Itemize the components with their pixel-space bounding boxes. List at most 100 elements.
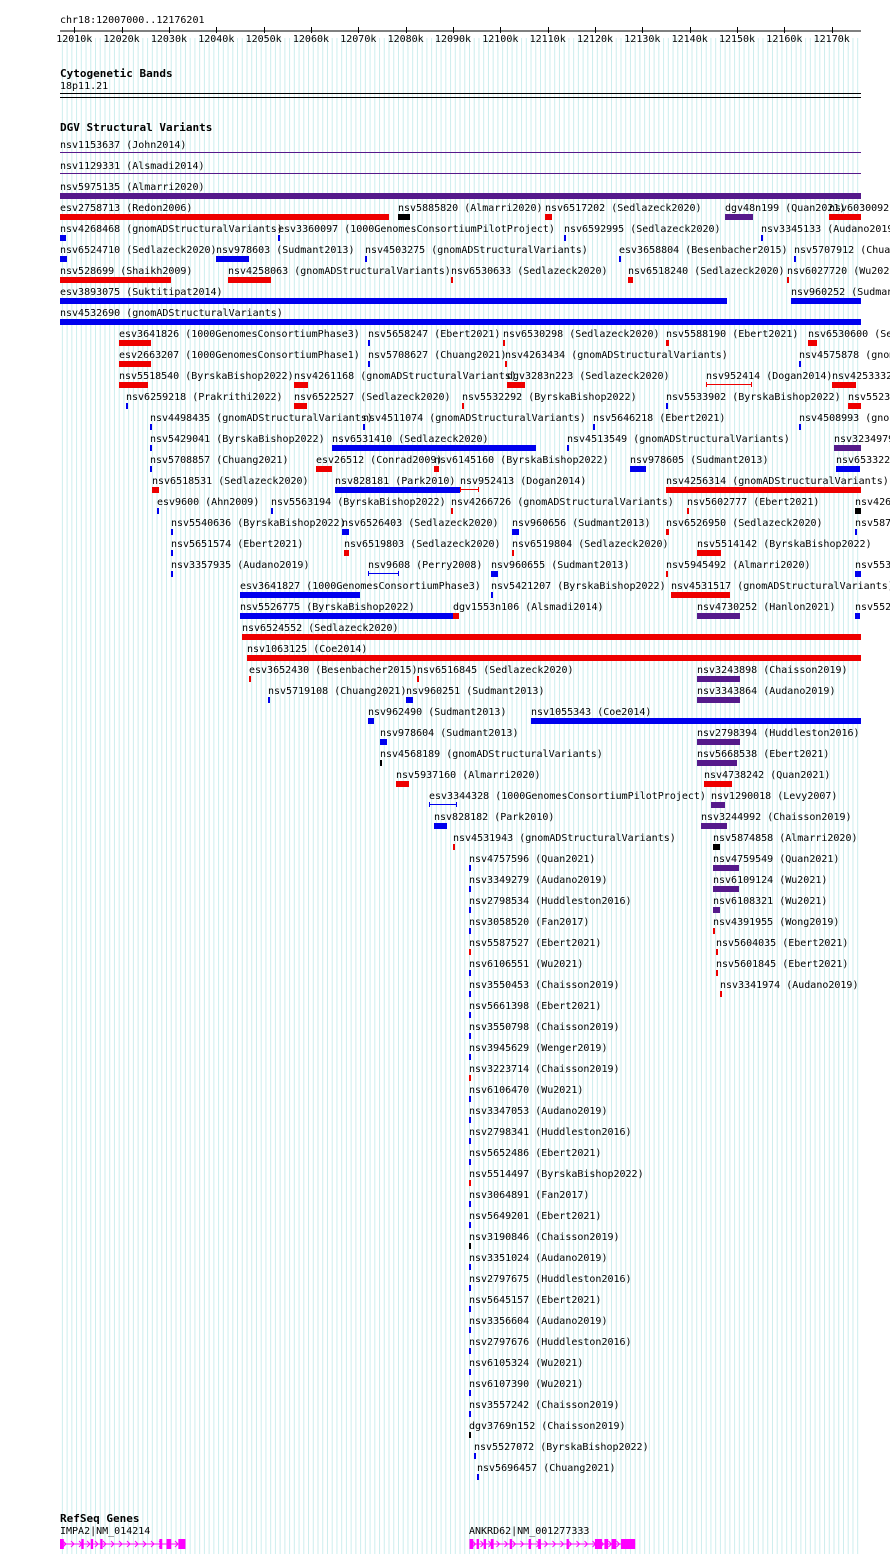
gene-exon[interactable]: [178, 1539, 186, 1549]
variant-label[interactable]: dgv3769n152 (Chaisson2019): [469, 1421, 626, 1432]
variant-label[interactable]: nsv3243898 (Chaisson2019): [697, 665, 848, 676]
variant-label[interactable]: nsv5518540 (ByrskaBishop2022): [119, 371, 294, 382]
variant-label[interactable]: nsv4256314 (gnomADStructuralVariants): [666, 476, 889, 487]
variant-bar[interactable]: [380, 760, 382, 766]
variant-label[interactable]: nsv3341974 (Audano2019): [720, 980, 858, 991]
variant-bar[interactable]: [706, 382, 752, 387]
variant-label[interactable]: nsv3244992 (Chaisson2019): [701, 812, 852, 823]
variant-bar[interactable]: [242, 634, 861, 640]
variant-label[interactable]: nsv2798534 (Huddleston2016): [469, 896, 632, 907]
variant-bar[interactable]: [453, 844, 455, 850]
variant-bar[interactable]: [711, 802, 725, 808]
variant-bar[interactable]: [832, 382, 856, 388]
variant-label[interactable]: nsv4503275 (gnomADStructuralVariants): [365, 245, 588, 256]
gene-exon[interactable]: [566, 1539, 569, 1549]
variant-bar[interactable]: [503, 340, 505, 346]
variant-label[interactable]: esv3641827 (1000GenomesConsortiumPhase3): [240, 581, 481, 592]
variant-bar[interactable]: [855, 613, 860, 619]
variant-bar[interactable]: [60, 319, 861, 325]
variant-bar[interactable]: [469, 1159, 471, 1165]
variant-bar[interactable]: [462, 403, 464, 409]
variant-label[interactable]: nsv6519803 (Sedlazeck2020): [344, 539, 501, 550]
variant-bar[interactable]: [701, 823, 727, 829]
variant-label[interactable]: nsv6531410 (Sedlazeck2020): [332, 434, 489, 445]
variant-bar[interactable]: [564, 235, 566, 241]
variant-label[interactable]: nsv828181 (Park2010): [335, 476, 455, 487]
variant-label[interactable]: nsv9608 (Perry2008): [368, 560, 482, 571]
variant-label[interactable]: nsv5658247 (Ebert2021): [368, 329, 500, 340]
gene-exon[interactable]: [166, 1539, 172, 1549]
variant-label[interactable]: nsv960251 (Sudmant2013): [406, 686, 544, 697]
variant-bar[interactable]: [249, 676, 251, 682]
variant-bar[interactable]: [469, 1054, 471, 1060]
variant-label[interactable]: nsv3550798 (Chaisson2019): [469, 1022, 620, 1033]
variant-bar[interactable]: [787, 277, 789, 283]
variant-bar[interactable]: [469, 907, 471, 913]
variant-label[interactable]: nsv653322: [836, 455, 890, 466]
variant-bar[interactable]: [545, 214, 552, 220]
variant-label[interactable]: nsv4532690 (gnomADStructuralVariants): [60, 308, 283, 319]
variant-bar[interactable]: [469, 865, 471, 871]
variant-bar[interactable]: [716, 949, 718, 955]
variant-bar[interactable]: [666, 403, 668, 409]
variant-bar[interactable]: [469, 1327, 471, 1333]
variant-bar[interactable]: [469, 1033, 471, 1039]
variant-bar[interactable]: [469, 1243, 471, 1249]
variant-bar[interactable]: [567, 445, 569, 451]
variant-label[interactable]: nsv4263434 (gnomADStructuralVariants): [505, 350, 728, 361]
variant-label[interactable]: nsv553: [855, 560, 890, 571]
variant-label[interactable]: nsv5652486 (Ebert2021): [469, 1148, 601, 1159]
gene-exon[interactable]: [81, 1539, 84, 1549]
variant-label[interactable]: nsv978605 (Sudmant2013): [630, 455, 768, 466]
variant-label[interactable]: nsv4508993 (gno: [799, 413, 889, 424]
variant-label[interactable]: esv3893075 (Suktitipat2014): [60, 287, 223, 298]
variant-bar[interactable]: [848, 403, 861, 409]
variant-label[interactable]: nsv2798341 (Huddleston2016): [469, 1127, 632, 1138]
variant-label[interactable]: nsv5527072 (ByrskaBishop2022): [474, 1442, 649, 1453]
variant-label[interactable]: nsv6105324 (Wu2021): [469, 1358, 583, 1369]
variant-label[interactable]: nsv4511074 (gnomADStructuralVariants): [363, 413, 586, 424]
variant-bar[interactable]: [342, 529, 349, 535]
variant-bar[interactable]: [451, 277, 453, 283]
variant-bar[interactable]: [794, 256, 796, 262]
variant-bar[interactable]: [791, 298, 861, 304]
variant-label[interactable]: nsv960252 (Sudman: [791, 287, 890, 298]
variant-label[interactable]: nsv6522527 (Sedlazeck2020): [294, 392, 451, 403]
variant-bar[interactable]: [720, 991, 722, 997]
variant-label[interactable]: nsv6530600 (Sed: [808, 329, 890, 340]
variant-label[interactable]: nsv5601845 (Ebert2021): [716, 959, 848, 970]
variant-bar[interactable]: [491, 592, 493, 598]
variant-bar[interactable]: [469, 1285, 471, 1291]
variant-bar[interactable]: [469, 1306, 471, 1312]
variant-bar[interactable]: [60, 152, 861, 153]
variant-bar[interactable]: [469, 1411, 471, 1417]
variant-bar[interactable]: [697, 739, 740, 745]
variant-bar[interactable]: [60, 214, 389, 220]
variant-label[interactable]: nsv960655 (Sudmant2013): [491, 560, 629, 571]
variant-label[interactable]: nsv5429041 (ByrskaBishop2022): [150, 434, 325, 445]
variant-label[interactable]: nsv4498435 (gnomADStructuralVariants): [150, 413, 373, 424]
variant-bar[interactable]: [697, 697, 740, 703]
variant-bar[interactable]: [697, 613, 740, 619]
variant-label[interactable]: nsv4258063 (gnomADStructuralVariants): [228, 266, 451, 277]
gene-exon[interactable]: [594, 1539, 603, 1549]
variant-bar[interactable]: [630, 466, 646, 472]
variant-bar[interactable]: [126, 403, 128, 409]
variant-bar[interactable]: [512, 529, 519, 535]
variant-label[interactable]: nsv5421207 (ByrskaBishop2022): [491, 581, 666, 592]
variant-label[interactable]: nsv4730252 (Hanlon2021): [697, 602, 835, 613]
variant-bar[interactable]: [150, 466, 152, 472]
variant-label[interactable]: nsv3234979: [834, 434, 890, 445]
variant-bar[interactable]: [157, 508, 159, 514]
variant-bar[interactable]: [469, 1369, 471, 1375]
variant-label[interactable]: nsv4568189 (gnomADStructuralVariants): [380, 749, 603, 760]
variant-bar[interactable]: [294, 403, 307, 409]
variant-label[interactable]: nsv3550453 (Chaisson2019): [469, 980, 620, 991]
variant-label[interactable]: nsv6592995 (Sedlazeck2020): [564, 224, 721, 235]
variant-bar[interactable]: [216, 256, 249, 262]
gene-exon[interactable]: [159, 1539, 163, 1549]
variant-label[interactable]: nsv6030092: [829, 203, 889, 214]
variant-label[interactable]: nsv1290018 (Levy2007): [711, 791, 837, 802]
variant-label[interactable]: nsv2797676 (Huddleston2016): [469, 1337, 632, 1348]
variant-label[interactable]: nsv1129331 (Alsmadi2014): [60, 161, 205, 172]
